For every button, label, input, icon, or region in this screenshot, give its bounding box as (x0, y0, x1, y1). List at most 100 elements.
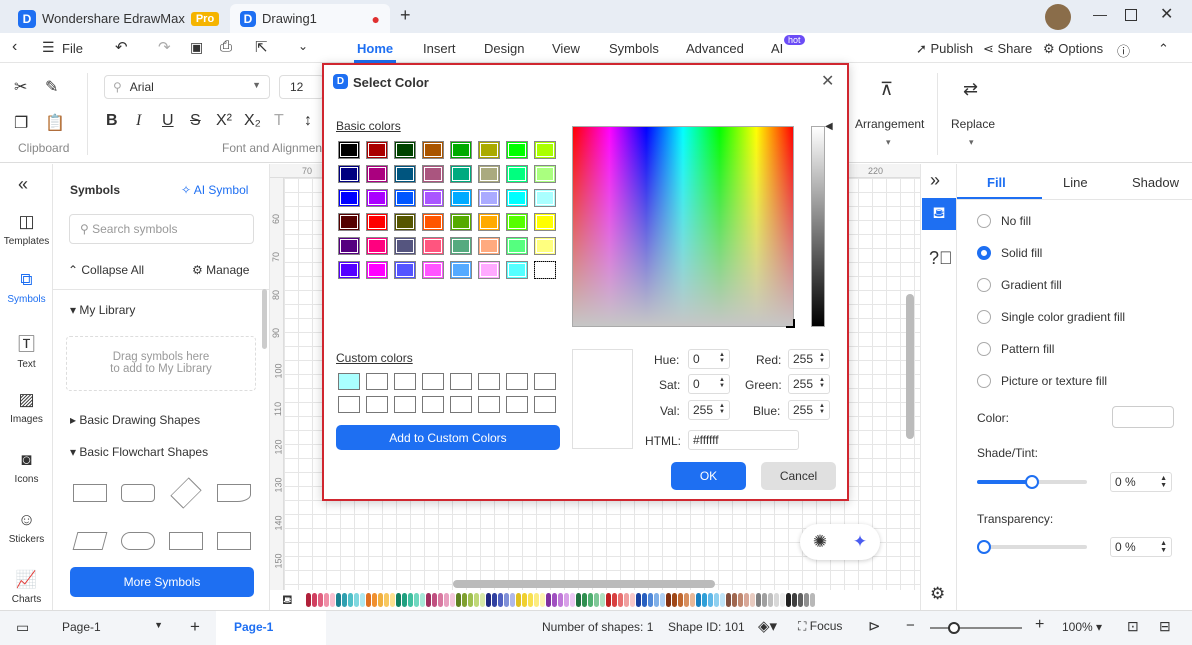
custom-color-swatch[interactable] (422, 373, 444, 390)
manage-button[interactable]: ⚙ Manage (192, 263, 249, 277)
more-symbols-button[interactable]: More Symbols (70, 567, 254, 597)
ok-button[interactable]: OK (671, 462, 746, 490)
document-shape[interactable] (217, 484, 251, 502)
palette-color[interactable] (342, 593, 347, 607)
basic-color-swatch[interactable] (366, 165, 388, 183)
help-icon[interactable]: ⓘ (1117, 41, 1130, 60)
palette-color[interactable] (696, 593, 701, 607)
layers-icon[interactable]: ◈▾ (758, 617, 777, 635)
palette-color[interactable] (486, 593, 491, 607)
page-tab[interactable]: Page-1 (216, 611, 326, 645)
palette-color[interactable] (702, 593, 707, 607)
spinner-icon[interactable]: ▲ ▼ (819, 403, 825, 417)
basic-color-swatch[interactable] (338, 165, 360, 183)
color-picker-swatch[interactable] (1112, 406, 1174, 428)
palette-color[interactable] (726, 593, 731, 607)
font-size-select[interactable]: 12 (279, 75, 324, 99)
palette-color[interactable] (576, 593, 581, 607)
palette-color[interactable] (600, 593, 605, 607)
underline-icon[interactable]: U (162, 112, 174, 130)
basic-color-swatch[interactable] (478, 141, 500, 159)
fill-option[interactable]: Single color gradient fill (977, 310, 1125, 324)
alternate-process-shape[interactable] (121, 484, 155, 502)
horizontal-scrollbar[interactable] (453, 580, 715, 588)
palette-color[interactable] (408, 593, 413, 607)
sat-input[interactable]: 0 ▲ ▼ (688, 374, 730, 394)
nav-icons[interactable]: ◙ Icons (0, 450, 53, 485)
decision-shape[interactable] (170, 477, 202, 509)
radio-button[interactable] (977, 214, 991, 228)
palette-color[interactable] (750, 593, 755, 607)
palette-color[interactable] (306, 593, 311, 607)
palette-color[interactable] (630, 593, 635, 607)
blue-input[interactable]: 255 ▲ ▼ (788, 400, 830, 420)
palette-color[interactable] (378, 593, 383, 607)
document-tab[interactable]: D Drawing1 ● (230, 4, 390, 33)
custom-color-swatch[interactable] (506, 396, 528, 413)
close-window-icon[interactable]: ✕ (1160, 4, 1173, 24)
library-drop-zone[interactable]: Drag symbols here to add to My Library (66, 336, 256, 391)
palette-color[interactable] (780, 593, 785, 607)
transparency-slider-handle[interactable] (977, 540, 991, 554)
palette-color[interactable] (354, 593, 359, 607)
palette-color[interactable] (558, 593, 563, 607)
basic-color-swatch[interactable] (450, 237, 472, 255)
basic-color-swatch[interactable] (422, 261, 444, 279)
palette-color[interactable] (708, 593, 713, 607)
basic-color-swatch[interactable] (366, 189, 388, 207)
palette-color[interactable] (660, 593, 665, 607)
superscript-icon[interactable]: X² (216, 112, 232, 130)
palette-color[interactable] (438, 593, 443, 607)
basic-color-swatch[interactable] (338, 141, 360, 159)
palette-color[interactable] (594, 593, 599, 607)
bold-icon[interactable]: B (106, 112, 118, 130)
tab-view[interactable]: View (552, 41, 580, 56)
palette-color[interactable] (366, 593, 371, 607)
shade-slider-handle[interactable] (1025, 475, 1039, 489)
basic-color-swatch[interactable] (366, 237, 388, 255)
redo-icon[interactable]: ↷ (158, 38, 171, 56)
zoom-slider-handle[interactable] (948, 622, 960, 634)
basic-color-swatch[interactable] (506, 165, 528, 183)
palette-color[interactable] (432, 593, 437, 607)
replace-icon[interactable]: ⇄ (963, 79, 978, 100)
custom-color-swatch[interactable] (450, 396, 472, 413)
palette-color[interactable] (762, 593, 767, 607)
value-slider-arrow-icon[interactable]: ◀ (825, 121, 833, 132)
basic-color-swatch[interactable] (394, 261, 416, 279)
tab-home[interactable]: Home (357, 41, 393, 56)
text-case-icon[interactable]: T (274, 112, 284, 130)
basic-color-swatch[interactable] (394, 141, 416, 159)
replace-button[interactable]: Replace (951, 117, 995, 131)
custom-color-swatch[interactable] (422, 396, 444, 413)
palette-color[interactable] (504, 593, 509, 607)
fit-page-icon[interactable]: ⊡ (1127, 618, 1139, 635)
fill-tool-icon[interactable]: ⛾ (922, 198, 956, 230)
zoom-out-icon[interactable]: − (906, 617, 915, 634)
settings-icon[interactable]: ⚙ (930, 584, 945, 604)
basic-color-swatch[interactable] (506, 213, 528, 231)
color-crosshair[interactable] (786, 319, 795, 328)
palette-color[interactable] (312, 593, 317, 607)
palette-color[interactable] (516, 593, 521, 607)
palette-color[interactable] (510, 593, 515, 607)
palette-color[interactable] (474, 593, 479, 607)
palette-color[interactable] (372, 593, 377, 607)
avatar[interactable] (1045, 4, 1071, 30)
palette-color[interactable] (786, 593, 791, 607)
val-input[interactable]: 255 ▲ ▼ (688, 400, 730, 420)
palette-color[interactable] (390, 593, 395, 607)
basic-color-swatch[interactable] (506, 189, 528, 207)
expand-panel-icon[interactable]: » (930, 170, 940, 191)
palette-color[interactable] (618, 593, 623, 607)
spinner-icon[interactable]: ▲ ▼ (719, 377, 725, 391)
new-tab-icon[interactable]: + (400, 5, 411, 26)
basic-drawing-section[interactable]: ▸ Basic Drawing Shapes (70, 413, 200, 427)
palette-color[interactable] (564, 593, 569, 607)
basic-color-swatch[interactable] (338, 189, 360, 207)
export-icon[interactable]: ⇱ (255, 38, 268, 56)
custom-color-swatch[interactable] (366, 396, 388, 413)
palette-color[interactable] (642, 593, 647, 607)
palette-color[interactable] (810, 593, 815, 607)
palette-color[interactable] (798, 593, 803, 607)
